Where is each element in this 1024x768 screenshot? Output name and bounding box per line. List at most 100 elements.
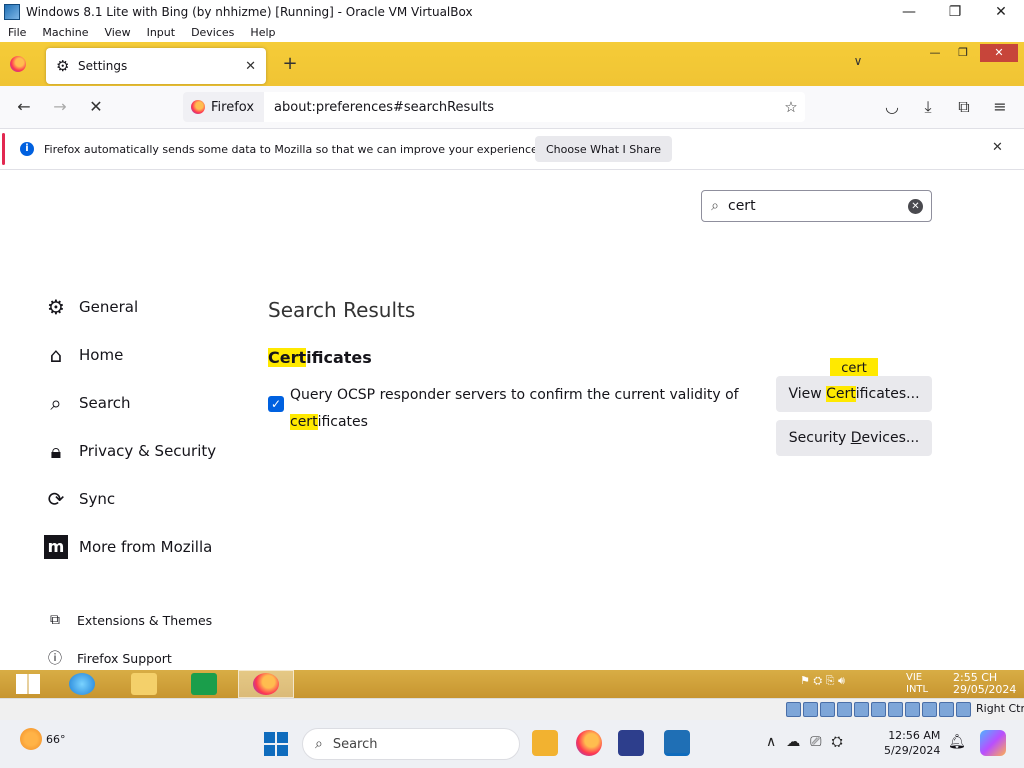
sidebar-item-sync[interactable]: ⟳ Sync (44, 484, 116, 514)
taskbar-firefox[interactable] (238, 670, 294, 698)
network-status-icon[interactable]: ⛭ (831, 734, 842, 750)
language-code: VIE (906, 672, 923, 683)
sidebar-item-search[interactable]: ⌕ Search (44, 388, 130, 418)
mouse-integration-icon[interactable] (939, 702, 954, 717)
search-icon: ⌕ (315, 736, 323, 752)
weather-widget[interactable]: 66° (20, 728, 66, 750)
host-system-tray: ∧ ☁ ⎚ ⛭ (766, 734, 843, 750)
close-tab-icon[interactable]: ✕ (245, 59, 256, 74)
virtualbox-titlebar: Windows 8.1 Lite with Bing (by nhhizme) … (0, 0, 1024, 23)
access-key: D (850, 430, 862, 446)
virtualbox-vm-icon[interactable] (664, 730, 690, 756)
taskbar-internet-explorer[interactable] (54, 670, 110, 698)
start-tile (277, 732, 288, 743)
folder-icon (131, 673, 157, 695)
windows-start-button[interactable] (264, 732, 288, 756)
forward-arrow-icon[interactable]: → (48, 96, 72, 118)
identity-box[interactable]: Firefox (183, 92, 265, 122)
pocket-icon[interactable]: ◡ (880, 96, 904, 118)
monitor-icon[interactable]: ⎚ (810, 734, 821, 750)
weather-temperature: 66° (46, 732, 66, 746)
firefox-icon (191, 100, 205, 114)
menu-view[interactable]: View (96, 26, 138, 39)
heading-rest: ificates (306, 348, 372, 367)
menu-input[interactable]: Input (139, 26, 183, 39)
view-certificates-button[interactable]: View Certificates... (776, 376, 932, 412)
menu-help[interactable]: Help (242, 26, 283, 39)
firefox-icon[interactable] (576, 730, 602, 756)
menu-machine[interactable]: Machine (34, 26, 96, 39)
sidebar-item-more-from-mozilla[interactable]: m More from Mozilla (44, 532, 212, 562)
display-icon[interactable] (888, 702, 903, 717)
extensions-icon[interactable]: ⧉ (952, 96, 976, 118)
identity-label: Firefox (211, 99, 255, 115)
sidebar-item-firefox-support[interactable]: ⓘ Firefox Support (46, 647, 172, 669)
sidebar-item-home[interactable]: ⌂ Home (44, 340, 124, 370)
gear-icon: ⚙ (47, 295, 65, 319)
notification-text: Firefox automatically sends some data to… (44, 143, 542, 156)
host-taskbar: 66° ⌕ Search ∧ ☁ ⎚ ⛭ 12:56 AM 5/29/2024 … (0, 720, 1024, 768)
tab-settings[interactable]: ⚙ Settings ✕ (46, 48, 266, 84)
host-clock[interactable]: 12:56 AM 5/29/2024 (884, 728, 940, 758)
sidebar-item-extensions-themes[interactable]: ⧉ Extensions & Themes (46, 609, 212, 631)
virtualbox-statusbar: Right Ctrl (0, 698, 1024, 720)
close-button[interactable]: ✕ (978, 0, 1024, 23)
chevron-down-icon[interactable]: ∨ (848, 54, 868, 74)
copilot-icon[interactable] (980, 730, 1006, 756)
chevron-up-icon[interactable]: ∧ (766, 734, 776, 750)
file-explorer-icon[interactable] (532, 730, 558, 756)
guest-restore-button[interactable]: ❐ (950, 44, 976, 62)
tab-label: Settings (78, 59, 128, 73)
sidebar-item-label: Firefox Support (77, 650, 172, 666)
ocsp-checkbox[interactable]: ✓ (268, 396, 284, 412)
maximize-button[interactable]: ❐ (932, 0, 978, 23)
new-tab-button[interactable]: + (280, 54, 300, 74)
stop-icon[interactable]: ✕ (84, 96, 108, 118)
audio-icon[interactable] (820, 702, 835, 717)
ocsp-label[interactable]: Query OCSP responder servers to confirm … (290, 382, 750, 436)
taskbar-store[interactable] (176, 670, 232, 698)
harddisk-icon[interactable] (786, 702, 801, 717)
start-button[interactable] (0, 670, 56, 698)
virtualbox-icon (4, 3, 20, 20)
usb-icon[interactable] (854, 702, 869, 717)
window-title: Windows 8.1 Lite with Bing (by nhhizme) … (26, 4, 473, 19)
choose-what-i-share-button[interactable]: Choose What I Share (535, 136, 672, 162)
search-value[interactable]: cert (728, 198, 908, 214)
keyboard-icon[interactable] (956, 702, 971, 717)
menu-file[interactable]: File (0, 26, 34, 39)
sidebar-item-privacy-security[interactable]: 🔒︎ Privacy & Security (44, 436, 216, 466)
back-arrow-icon[interactable]: ← (12, 96, 36, 118)
settings-search-input[interactable]: ⌕ cert ✕ (701, 190, 932, 222)
network-icon[interactable] (837, 702, 852, 717)
taskbar-file-explorer[interactable] (116, 670, 172, 698)
security-devices-button[interactable]: Security Devices... (776, 420, 932, 456)
guest-tray-icons[interactable]: ⚑ ⛭ ⎘ 🔊︎ (800, 674, 845, 688)
shared-folder-icon[interactable] (871, 702, 886, 717)
guest-close-button[interactable]: ✕ (980, 44, 1018, 62)
clear-search-icon[interactable]: ✕ (908, 198, 923, 214)
virtualbox-icon[interactable] (618, 730, 644, 756)
notification-bell-icon[interactable]: 🔔︎ (948, 734, 966, 750)
guest-minimize-button[interactable]: — (922, 44, 948, 62)
hamburger-menu-icon[interactable]: ≡ (988, 96, 1012, 118)
sidebar-item-general[interactable]: ⚙ General (44, 292, 138, 322)
bookmark-star-icon[interactable]: ☆ (777, 98, 805, 116)
optical-drive-icon[interactable] (803, 702, 818, 717)
cpu-icon[interactable] (922, 702, 937, 717)
url-bar[interactable]: Firefox about:preferences#searchResults … (183, 92, 805, 122)
minimize-button[interactable]: — (886, 0, 932, 23)
firefox-icon[interactable] (10, 56, 26, 72)
guest-clock[interactable]: 2:55 CH 29/05/2024 (953, 672, 1016, 696)
guest-language-indicator[interactable]: VIE INTL (906, 672, 928, 696)
close-icon[interactable]: ✕ (992, 140, 1003, 155)
url-text[interactable]: about:preferences#searchResults (274, 100, 777, 115)
language-variant: INTL (906, 684, 929, 695)
taskbar-search-box[interactable]: ⌕ Search (302, 728, 520, 760)
downloads-icon[interactable]: ⤓ (916, 96, 940, 118)
menu-devices[interactable]: Devices (183, 26, 242, 39)
button-text-end: evices... (861, 430, 920, 446)
cloud-off-icon[interactable]: ☁ (786, 734, 800, 750)
device-status-icons (786, 702, 971, 718)
recording-icon[interactable] (905, 702, 920, 717)
